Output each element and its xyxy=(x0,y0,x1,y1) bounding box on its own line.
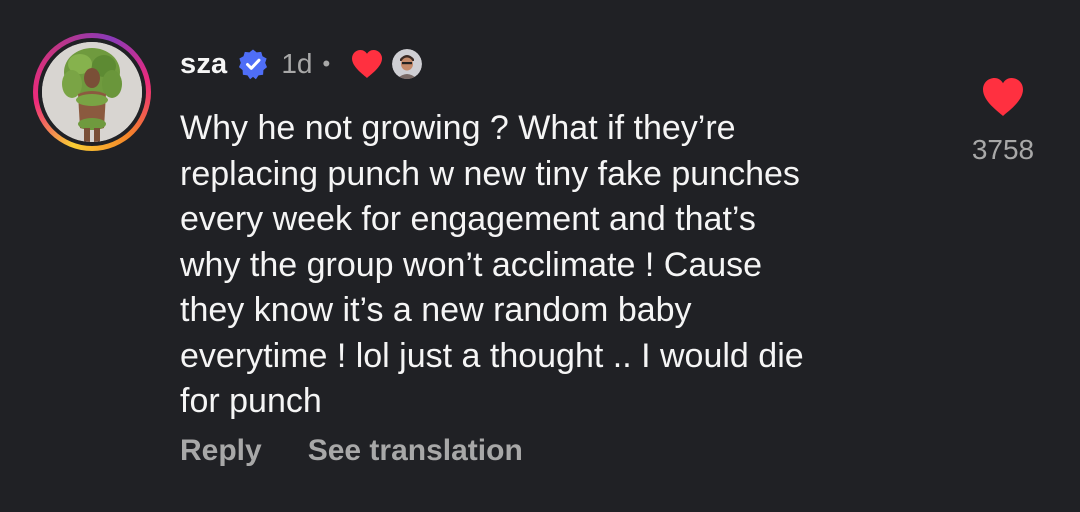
heart-icon xyxy=(350,48,384,80)
avatar[interactable] xyxy=(42,42,142,142)
separator-dot: • xyxy=(322,51,331,76)
comment-header: sza 1d • xyxy=(180,44,423,84)
verified-badge-icon xyxy=(237,48,269,80)
comment: sza 1d • Why he not growing ? What if th… xyxy=(0,0,1080,512)
see-translation-button[interactable]: See translation xyxy=(308,434,523,468)
username[interactable]: sza xyxy=(180,48,227,81)
comment-text: Why he not growing ? What if they’re rep… xyxy=(180,109,804,420)
comment-actions: Reply See translation xyxy=(180,434,523,468)
reply-button[interactable]: Reply xyxy=(180,434,262,468)
avatar-gap xyxy=(38,38,146,146)
creator-avatar xyxy=(392,49,423,79)
like-count: 3758 xyxy=(971,134,1035,165)
story-ring[interactable] xyxy=(33,33,151,151)
like-heart-icon[interactable] xyxy=(980,75,1026,119)
timestamp: 1d xyxy=(281,48,313,79)
